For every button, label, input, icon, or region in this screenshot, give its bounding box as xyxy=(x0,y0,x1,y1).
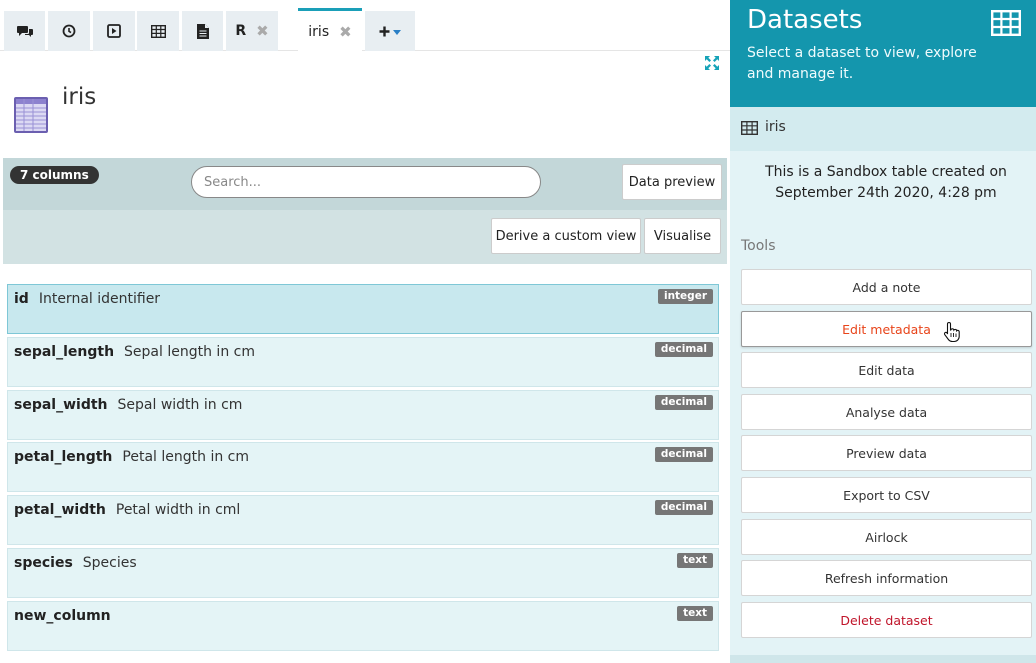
delete-dataset-button[interactable]: Delete dataset xyxy=(741,602,1032,638)
panel-title: Datasets xyxy=(747,5,863,35)
panel-footer-strip xyxy=(730,655,1036,663)
view-toolbar: Derive a custom view Visualise xyxy=(3,210,727,264)
column-name: petal_width Petal width in cml xyxy=(14,502,241,518)
tab-run[interactable] xyxy=(93,11,135,51)
tools-heading: Tools xyxy=(741,238,776,254)
column-row[interactable]: sepal_length Sepal length in cm decimal xyxy=(7,337,719,387)
edit-data-button[interactable]: Edit data xyxy=(741,352,1032,388)
derive-custom-view-button[interactable]: Derive a custom view xyxy=(491,218,641,254)
chevron-down-icon xyxy=(393,29,401,35)
column-name: species Species xyxy=(14,555,137,571)
close-icon[interactable]: ✖ xyxy=(339,23,352,41)
page-title: iris xyxy=(62,84,97,110)
column-name: petal_length Petal length in cm xyxy=(14,449,249,465)
tab-comments[interactable] xyxy=(4,11,45,51)
column-description: Petal width in cml xyxy=(115,502,241,518)
visualise-button[interactable]: Visualise xyxy=(644,218,721,254)
type-badge: decimal xyxy=(654,447,713,462)
column-description: Internal identifier xyxy=(38,291,161,307)
datasets-panel: Datasets Select a dataset to view, explo… xyxy=(730,0,1036,663)
tab-bar: R ✖ iris ✖ xyxy=(0,0,730,52)
grid-icon xyxy=(991,10,1021,36)
type-badge: decimal xyxy=(654,342,713,357)
close-icon[interactable]: ✖ xyxy=(256,22,269,40)
search-input[interactable] xyxy=(191,166,541,198)
column-name: sepal_width Sepal width in cm xyxy=(14,397,243,413)
type-badge: text xyxy=(677,606,713,621)
column-name: id Internal identifier xyxy=(14,291,161,307)
type-badge: decimal xyxy=(654,500,713,515)
dataset-table-icon xyxy=(14,97,48,133)
clock-icon xyxy=(62,24,76,38)
expand-icon[interactable] xyxy=(705,56,719,70)
column-row[interactable]: petal_length Petal length in cm decimal xyxy=(7,442,719,492)
panel-header: Datasets Select a dataset to view, explo… xyxy=(730,0,1036,107)
column-name: sepal_length Sepal length in cm xyxy=(14,344,255,360)
column-description: Sepal width in cm xyxy=(117,397,243,413)
column-count-badge: 7 columns xyxy=(10,166,99,184)
comments-icon xyxy=(16,25,33,37)
column-row[interactable]: id Internal identifier integer xyxy=(7,284,719,334)
refresh-information-button[interactable]: Refresh information xyxy=(741,560,1032,596)
analyse-data-button[interactable]: Analyse data xyxy=(741,394,1032,430)
tab-tables[interactable] xyxy=(137,11,179,51)
tab-label: iris xyxy=(308,23,330,40)
type-badge: text xyxy=(677,553,713,568)
tab-label: R xyxy=(235,23,247,39)
column-description: Species xyxy=(82,555,137,571)
panel-subtitle: Select a dataset to view, explore and ma… xyxy=(747,45,977,82)
hand-cursor-icon xyxy=(943,321,960,343)
dataset-description: This is a Sandbox table created on Septe… xyxy=(765,164,1007,201)
selected-dataset[interactable]: iris xyxy=(730,107,1036,151)
tab-history[interactable] xyxy=(48,11,90,51)
type-badge: integer xyxy=(657,289,713,304)
tab-iris[interactable]: iris ✖ xyxy=(298,8,362,52)
tab-files[interactable] xyxy=(182,11,223,51)
plus-icon xyxy=(379,26,390,36)
tab-add[interactable] xyxy=(365,11,415,51)
table-icon xyxy=(150,24,166,38)
edit-metadata-button[interactable]: Edit metadata xyxy=(741,311,1032,347)
column-description: Petal length in cm xyxy=(122,449,249,465)
preview-data-button[interactable]: Preview data xyxy=(741,435,1032,471)
document-icon xyxy=(196,23,209,39)
airlock-button[interactable]: Airlock xyxy=(741,519,1032,555)
column-description: Sepal length in cm xyxy=(124,344,255,360)
type-badge: decimal xyxy=(654,395,713,410)
dataset-name: iris xyxy=(765,119,786,135)
data-preview-button[interactable]: Data preview xyxy=(622,164,722,200)
column-row[interactable]: new_column text xyxy=(7,601,719,651)
column-name: new_column xyxy=(14,608,111,624)
play-icon xyxy=(107,24,121,38)
column-row[interactable]: species Species text xyxy=(7,548,719,598)
add-note-button[interactable]: Add a note xyxy=(741,269,1032,305)
tab-r[interactable]: R ✖ xyxy=(226,11,278,51)
column-row[interactable]: sepal_width Sepal width in cm decimal xyxy=(7,390,719,440)
export-csv-button[interactable]: Export to CSV xyxy=(741,477,1032,513)
column-row[interactable]: petal_width Petal width in cml decimal xyxy=(7,495,719,545)
columns-toolbar: 7 columns Data preview xyxy=(3,158,727,210)
table-icon xyxy=(741,121,758,135)
